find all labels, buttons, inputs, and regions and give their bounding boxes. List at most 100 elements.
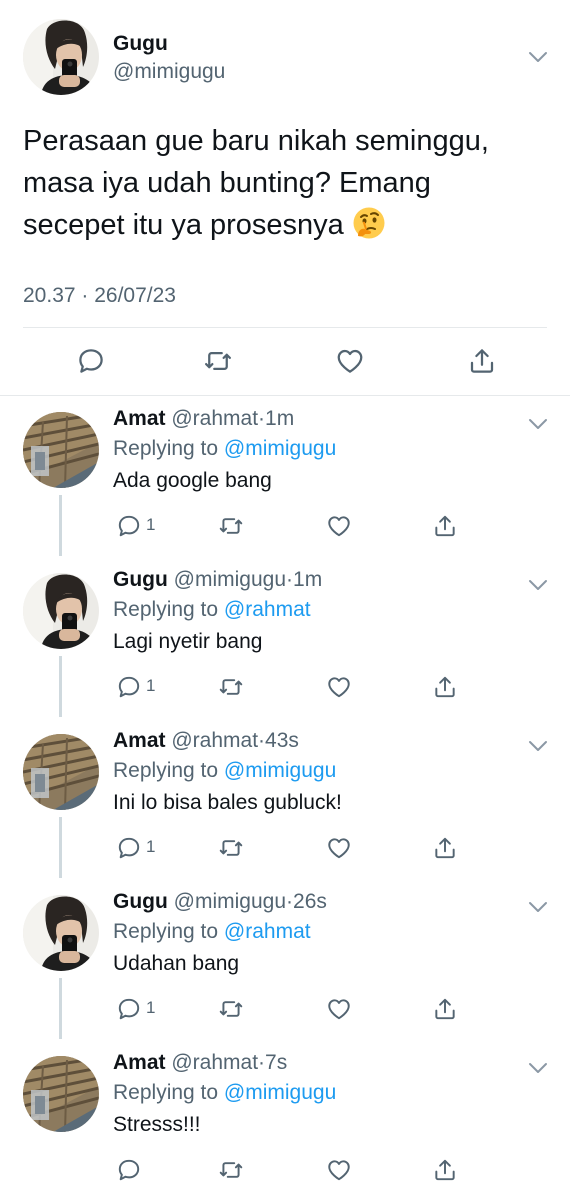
replying-to: Replying to @rahmat xyxy=(113,920,311,944)
retweet-icon[interactable] xyxy=(218,513,244,539)
reply-text: Ada google bang xyxy=(113,469,272,492)
reply-icon[interactable] xyxy=(116,513,142,539)
retweet-icon[interactable] xyxy=(218,996,244,1022)
reply-time[interactable]: 1m xyxy=(293,568,322,591)
author-name[interactable]: Amat xyxy=(113,407,166,430)
author-handle[interactable]: @rahmat xyxy=(171,407,258,430)
reply-count: 1 xyxy=(146,998,156,1017)
mention-link[interactable]: @mimigugu xyxy=(224,437,336,460)
reply-tweet[interactable]: Gugu @mimigugu·1m Replying to @rahmat La… xyxy=(0,556,570,717)
avatar[interactable] xyxy=(23,1056,99,1132)
reply-text: Lagi nyetir bang xyxy=(113,630,263,653)
like-icon[interactable] xyxy=(326,674,352,700)
mention-link[interactable]: @rahmat xyxy=(224,598,311,621)
share-icon[interactable] xyxy=(432,996,458,1022)
author-name[interactable]: Gugu xyxy=(113,32,168,56)
separator-dot: · xyxy=(286,568,294,591)
thinking-face-emoji-icon xyxy=(352,206,386,240)
reply-header: Amat @rahmat·7s xyxy=(113,1051,287,1075)
replying-label: Replying to xyxy=(113,920,219,943)
author-handle[interactable]: @rahmat xyxy=(171,729,258,752)
avatar[interactable] xyxy=(23,19,99,95)
thread-line xyxy=(59,495,62,556)
separator-dot: · xyxy=(258,729,266,752)
reply-text: Ini lo bisa bales gubluck! xyxy=(113,791,342,814)
share-icon[interactable] xyxy=(432,513,458,539)
like-icon[interactable] xyxy=(326,1157,352,1183)
tweet-text: Perasaan gue baru nikah seminggu, masa i… xyxy=(23,120,543,246)
reply-time[interactable]: 1m xyxy=(265,407,294,430)
replying-to: Replying to @mimigugu xyxy=(113,759,336,783)
author-name[interactable]: Gugu xyxy=(113,890,168,913)
tweet-timestamp[interactable]: 20.37 · 26/07/23 xyxy=(23,284,176,308)
replying-to: Replying to @mimigugu xyxy=(113,1081,336,1105)
reply-tweet[interactable]: Gugu @mimigugu·26s Replying to @rahmat U… xyxy=(0,878,570,1039)
chevron-down-icon[interactable] xyxy=(528,578,548,592)
author-handle[interactable]: @rahmat xyxy=(171,1051,258,1074)
wall-avatar-image xyxy=(23,1056,99,1132)
reply-time[interactable]: 7s xyxy=(265,1051,287,1074)
reply-tweet[interactable]: Amat @rahmat·43s Replying to @mimigugu I… xyxy=(0,717,570,878)
share-icon[interactable] xyxy=(432,674,458,700)
reply-count: 1 xyxy=(146,837,156,856)
main-tweet: Gugu @mimigugu Perasaan gue baru nikah s… xyxy=(0,0,570,395)
share-icon[interactable] xyxy=(467,346,497,376)
selfie-avatar-image xyxy=(23,19,99,95)
reply-icon[interactable] xyxy=(116,674,142,700)
reply-icon[interactable] xyxy=(116,996,142,1022)
reply-tweet[interactable]: Amat @rahmat·1m Replying to @mimigugu Ad… xyxy=(0,395,570,556)
author-handle[interactable]: @mimigugu xyxy=(113,60,225,84)
author-handle[interactable]: @mimigugu xyxy=(174,568,286,591)
like-icon[interactable] xyxy=(326,996,352,1022)
reply-header: Gugu @mimigugu·1m xyxy=(113,568,322,592)
reply-icon[interactable] xyxy=(116,1157,142,1183)
like-icon[interactable] xyxy=(326,835,352,861)
retweet-icon[interactable] xyxy=(218,835,244,861)
avatar[interactable] xyxy=(23,895,99,971)
reply-time[interactable]: 26s xyxy=(293,890,327,913)
share-icon[interactable] xyxy=(432,835,458,861)
reply-icon[interactable] xyxy=(76,346,106,376)
chevron-down-icon[interactable] xyxy=(528,417,548,431)
like-icon[interactable] xyxy=(335,346,365,376)
reply-count: 1 xyxy=(146,515,156,534)
separator-dot: · xyxy=(286,890,294,913)
chevron-down-icon[interactable] xyxy=(528,1061,548,1075)
chevron-down-icon[interactable] xyxy=(528,900,548,914)
replying-label: Replying to xyxy=(113,437,219,460)
retweet-icon[interactable] xyxy=(218,674,244,700)
mention-link[interactable]: @rahmat xyxy=(224,920,311,943)
thread-line xyxy=(59,656,62,717)
replying-label: Replying to xyxy=(113,759,219,782)
replying-to: Replying to @rahmat xyxy=(113,598,311,622)
reply-header: Amat @rahmat·43s xyxy=(113,729,299,753)
retweet-icon[interactable] xyxy=(218,1157,244,1183)
reply-text: Stresss!!! xyxy=(113,1113,201,1136)
mention-link[interactable]: @mimigugu xyxy=(224,1081,336,1104)
mention-link[interactable]: @mimigugu xyxy=(224,759,336,782)
replying-label: Replying to xyxy=(113,1081,219,1104)
separator-dot: · xyxy=(258,407,266,430)
selfie-avatar-image xyxy=(23,895,99,971)
share-icon[interactable] xyxy=(432,1157,458,1183)
like-icon[interactable] xyxy=(326,513,352,539)
selfie-avatar-image xyxy=(23,573,99,649)
avatar[interactable] xyxy=(23,734,99,810)
author-handle[interactable]: @mimigugu xyxy=(174,890,286,913)
reply-tweet[interactable]: Amat @rahmat·7s Replying to @mimigugu St… xyxy=(0,1039,570,1200)
chevron-down-icon[interactable] xyxy=(528,50,548,64)
author-name[interactable]: Amat xyxy=(113,729,166,752)
author-name[interactable]: Amat xyxy=(113,1051,166,1074)
thread-line xyxy=(59,978,62,1039)
chevron-down-icon[interactable] xyxy=(528,739,548,753)
retweet-icon[interactable] xyxy=(203,346,233,376)
reply-icon[interactable] xyxy=(116,835,142,861)
divider xyxy=(23,327,547,328)
tweet-text-body: Perasaan gue baru nikah seminggu, masa i… xyxy=(23,125,489,241)
separator-dot: · xyxy=(258,1051,266,1074)
wall-avatar-image xyxy=(23,734,99,810)
author-name[interactable]: Gugu xyxy=(113,568,168,591)
avatar[interactable] xyxy=(23,412,99,488)
reply-time[interactable]: 43s xyxy=(265,729,299,752)
avatar[interactable] xyxy=(23,573,99,649)
